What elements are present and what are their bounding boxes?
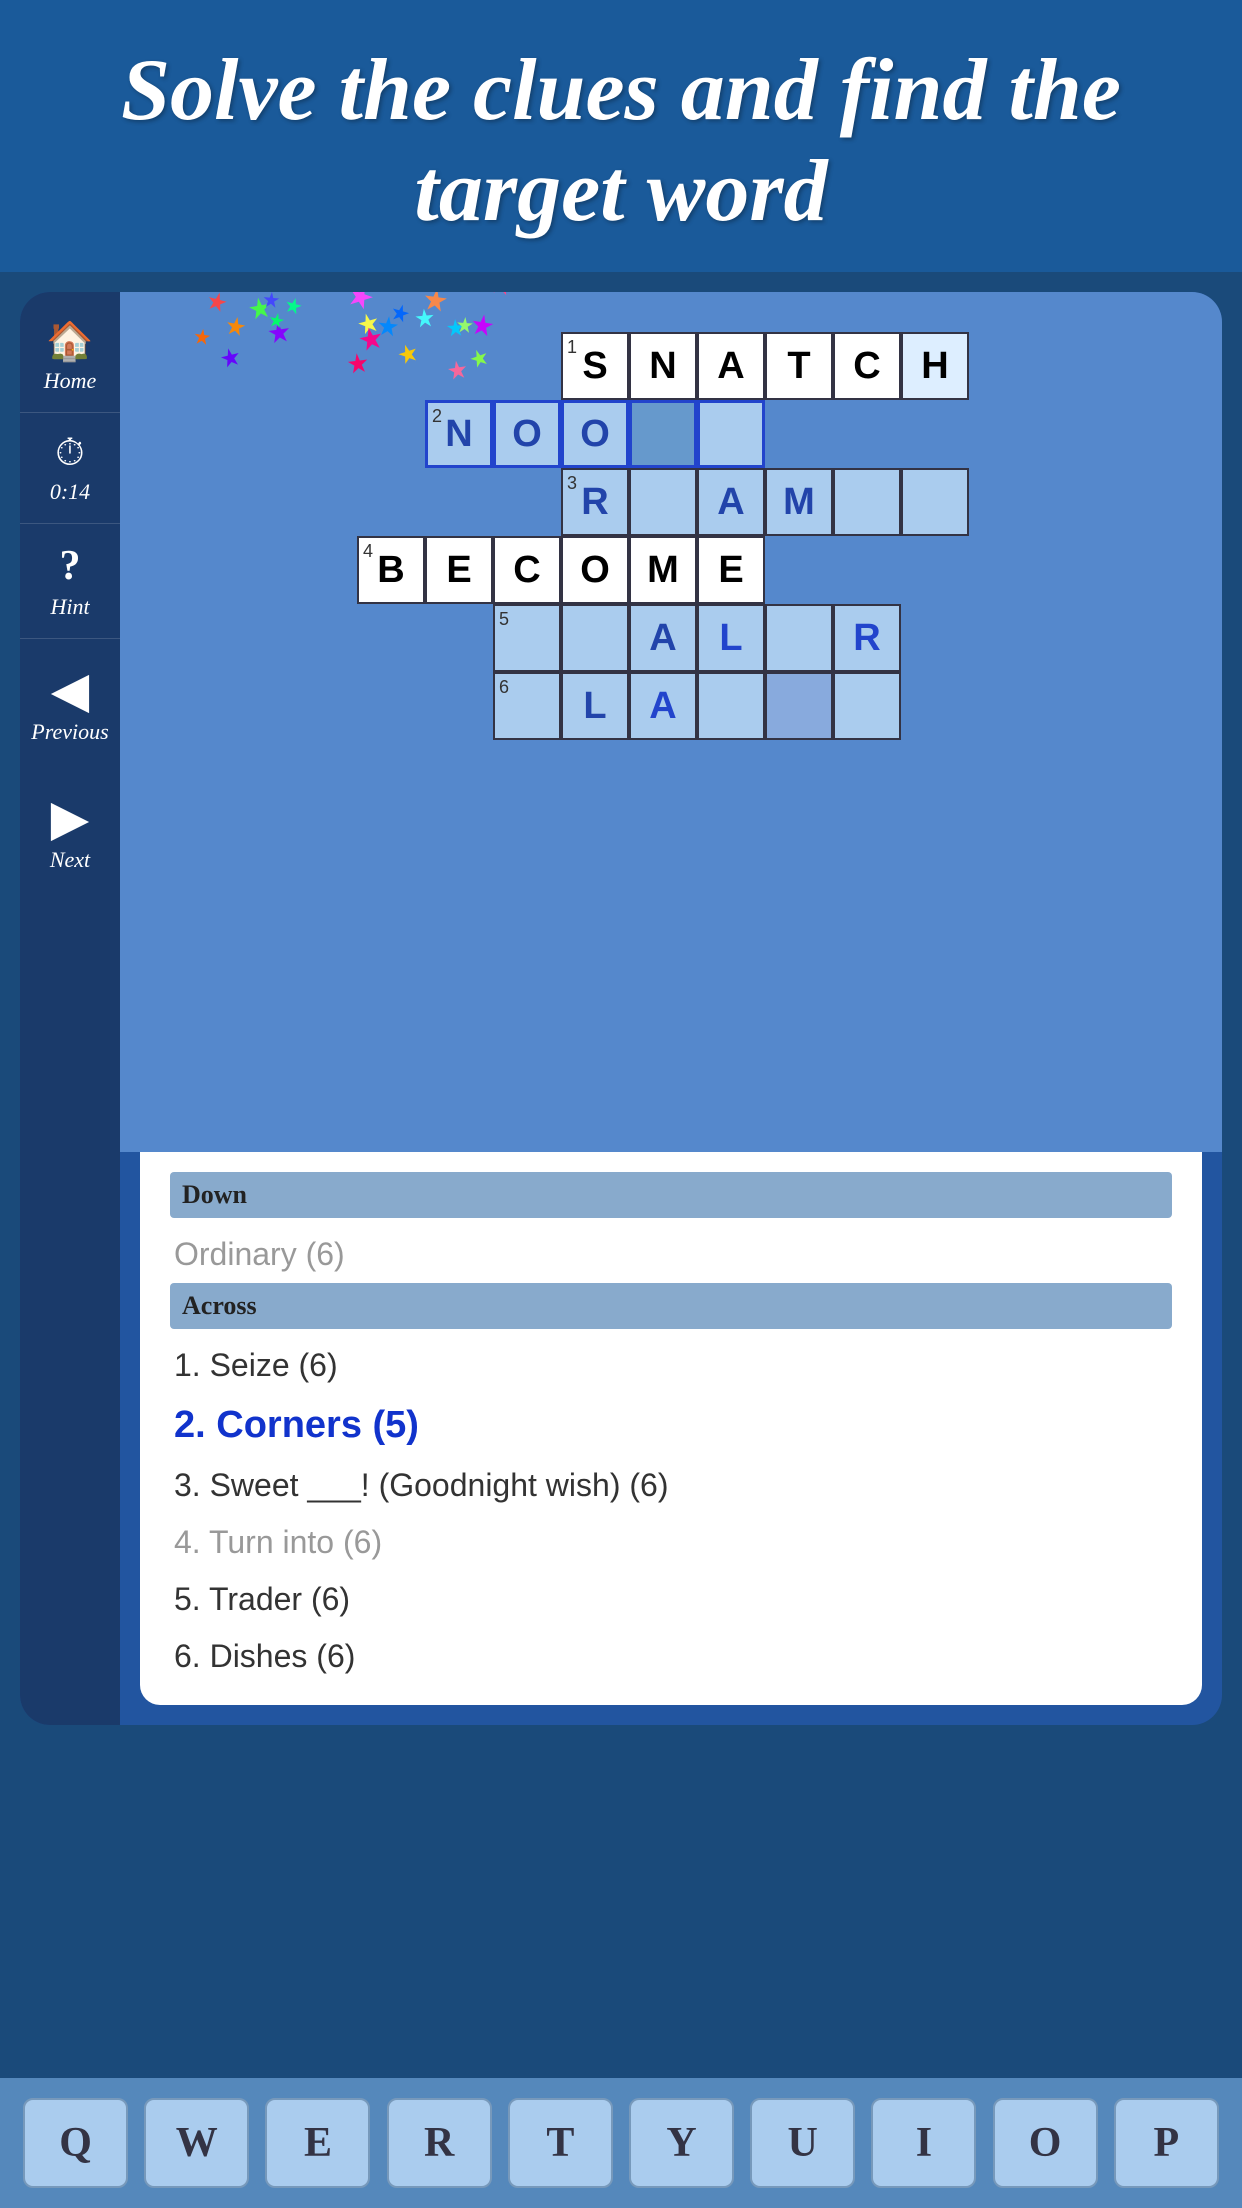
cell-4-4[interactable]: O — [561, 536, 629, 604]
clue-across-6[interactable]: 6. Dishes (6) — [170, 1628, 1172, 1685]
cell-5-5[interactable] — [765, 604, 833, 672]
key-o[interactable]: O — [993, 2098, 1098, 2188]
keyboard: Q W E R T Y U I O P — [0, 2078, 1242, 2208]
key-r[interactable]: R — [387, 2098, 492, 2188]
cell-4-6[interactable]: E — [697, 536, 765, 604]
header-title: Solve the clues and find the target word — [30, 40, 1212, 242]
game-container: 🏠 Home ⏱ 0:14 ? Hint ◀ Previous ▶ Next — [20, 292, 1222, 1725]
cell-2-1[interactable]: 2N — [425, 400, 493, 468]
cell-3-4[interactable]: M — [765, 468, 833, 536]
key-p[interactable]: P — [1114, 2098, 1219, 2188]
cell-5-3[interactable]: A — [629, 604, 697, 672]
hint-button[interactable]: ? Hint — [20, 524, 120, 639]
cell-3-5[interactable] — [833, 468, 901, 536]
cell-5-6[interactable]: R — [833, 604, 901, 672]
cell-2-2[interactable]: O — [493, 400, 561, 468]
cell-1-4[interactable]: T — [765, 332, 833, 400]
across-header: Across — [170, 1283, 1172, 1329]
cell-6-4[interactable] — [697, 672, 765, 740]
header: Solve the clues and find the target word — [0, 0, 1242, 272]
key-t[interactable]: T — [508, 2098, 613, 2188]
cell-6-6[interactable] — [833, 672, 901, 740]
key-i[interactable]: I — [871, 2098, 976, 2188]
previous-button[interactable]: ◀ Previous — [20, 639, 120, 767]
cell-4-2[interactable]: E — [425, 536, 493, 604]
previous-arrow-icon: ◀ — [51, 661, 89, 719]
cell-1-5[interactable]: C — [833, 332, 901, 400]
key-q[interactable]: Q — [23, 2098, 128, 2188]
clue-across-3[interactable]: 3. Sweet ___! (Goodnight wish) (6) — [170, 1457, 1172, 1514]
clue-across-5[interactable]: 5. Trader (6) — [170, 1571, 1172, 1628]
hint-label: Hint — [50, 594, 89, 620]
cell-1-3[interactable]: A — [697, 332, 765, 400]
key-y[interactable]: Y — [629, 2098, 734, 2188]
cell-1-1[interactable]: 1S — [561, 332, 629, 400]
key-w[interactable]: W — [144, 2098, 249, 2188]
cell-5-4[interactable]: L — [697, 604, 765, 672]
clue-across-1[interactable]: 1. Seize (6) — [170, 1337, 1172, 1394]
key-u[interactable]: U — [750, 2098, 855, 2188]
main-area: 1S N A T C H 2N O O 3R A — [120, 292, 1222, 1725]
cell-6-1[interactable]: 6 — [493, 672, 561, 740]
next-label: Next — [50, 847, 90, 873]
clue-down-1[interactable]: Ordinary (6) — [170, 1226, 1172, 1283]
cell-2-4[interactable] — [629, 400, 697, 468]
cell-3-6[interactable] — [901, 468, 969, 536]
clue-across-2[interactable]: 2. Corners (5) — [170, 1394, 1172, 1457]
cell-2-3[interactable]: O — [561, 400, 629, 468]
clue-across-4[interactable]: 4. Turn into (6) — [170, 1514, 1172, 1571]
cell-5-1[interactable]: 5 — [493, 604, 561, 672]
key-e[interactable]: E — [265, 2098, 370, 2188]
game-board: 1S N A T C H 2N O O 3R A — [120, 292, 1222, 1152]
cell-3-3[interactable]: A — [697, 468, 765, 536]
cell-6-3[interactable]: A — [629, 672, 697, 740]
cell-3-1[interactable]: 3R — [561, 468, 629, 536]
home-label: Home — [44, 368, 97, 394]
home-button[interactable]: 🏠 Home — [20, 302, 120, 413]
timer-value: 0:14 — [50, 479, 90, 505]
cell-1-2[interactable]: N — [629, 332, 697, 400]
hint-icon: ? — [60, 542, 81, 590]
timer-display: ⏱ 0:14 — [20, 413, 120, 524]
home-icon: 🏠 — [46, 320, 93, 364]
cell-4-5[interactable]: M — [629, 536, 697, 604]
clock-icon: ⏱ — [55, 431, 85, 475]
cell-1-6[interactable]: H — [901, 332, 969, 400]
cell-4-3[interactable]: C — [493, 536, 561, 604]
next-button[interactable]: ▶ Next — [20, 767, 120, 895]
crossword-grid: 1S N A T C H 2N O O 3R A — [351, 332, 991, 852]
clues-section: Down Ordinary (6) Across 1. Seize (6) 2.… — [140, 1152, 1202, 1705]
down-header: Down — [170, 1172, 1172, 1218]
next-arrow-icon: ▶ — [51, 789, 89, 847]
cell-4-1[interactable]: 4B — [357, 536, 425, 604]
cell-6-5[interactable] — [765, 672, 833, 740]
cell-3-2[interactable] — [629, 468, 697, 536]
sidebar: 🏠 Home ⏱ 0:14 ? Hint ◀ Previous ▶ Next — [20, 292, 120, 1725]
cell-5-2[interactable] — [561, 604, 629, 672]
previous-label: Previous — [31, 719, 108, 745]
cell-6-2[interactable]: L — [561, 672, 629, 740]
cell-2-5[interactable] — [697, 400, 765, 468]
